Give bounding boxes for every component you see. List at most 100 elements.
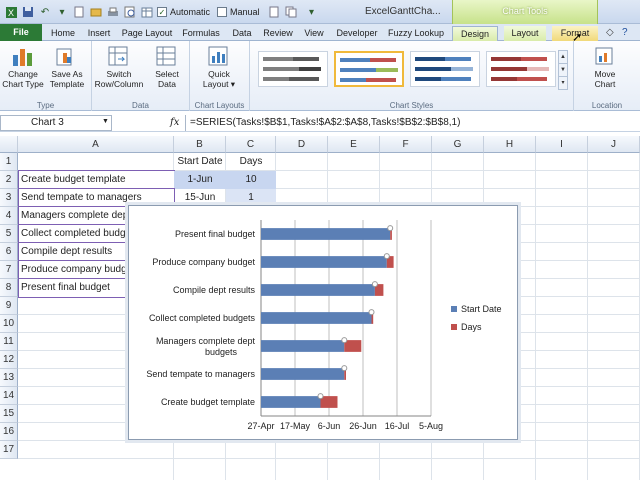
- page-icon[interactable]: [267, 5, 281, 19]
- cell-a2[interactable]: Create budget template: [18, 170, 175, 190]
- insert-function-icon[interactable]: fx: [170, 117, 179, 128]
- category-label: Create budget template: [161, 397, 255, 407]
- row-header-6[interactable]: 6: [0, 243, 18, 261]
- switch-row-column-button[interactable]: Switch Row/Column: [94, 45, 144, 89]
- selection-handle: [371, 281, 378, 288]
- selection-handle: [368, 309, 375, 316]
- new-file-icon[interactable]: [72, 5, 86, 19]
- table-icon[interactable]: [140, 5, 154, 19]
- column-header-d[interactable]: D: [276, 136, 328, 153]
- cell-b1[interactable]: Start Date: [174, 153, 226, 171]
- svg-text:X: X: [8, 8, 14, 18]
- tab-data[interactable]: Data: [228, 26, 256, 41]
- tab-file[interactable]: File: [0, 24, 42, 41]
- column-header-c[interactable]: C: [226, 136, 276, 153]
- column-header-j[interactable]: J: [588, 136, 640, 153]
- save-icon[interactable]: [21, 5, 35, 19]
- cell-a4[interactable]: Managers complete dept budgets: [18, 206, 130, 226]
- chart-style-2[interactable]: [334, 51, 404, 87]
- column-header-f[interactable]: F: [380, 136, 432, 153]
- tab-page-layout[interactable]: Page Layout: [118, 26, 176, 41]
- cell-a5[interactable]: Collect completed budgets: [18, 224, 130, 244]
- x-tick-label: 26-Jun: [349, 421, 377, 431]
- print-icon[interactable]: [106, 5, 120, 19]
- start-date-bar: [261, 312, 372, 324]
- chart-layouts-group: Quick Layout ▾ Chart Layouts: [190, 41, 250, 111]
- tab-developer[interactable]: Developer: [332, 26, 382, 41]
- preview-icon[interactable]: [123, 5, 137, 19]
- select-all-corner[interactable]: [0, 136, 18, 153]
- row-header-4[interactable]: 4: [0, 207, 18, 225]
- minimize-ribbon-icon[interactable]: ◇: [606, 27, 614, 38]
- copy-icon[interactable]: [284, 5, 298, 19]
- row-header-15[interactable]: 15: [0, 405, 18, 423]
- window-title: ExcelGanttCha...: [365, 6, 441, 17]
- row-header-11[interactable]: 11: [0, 333, 18, 351]
- save-as-template-button[interactable]: Save As Template: [44, 45, 90, 89]
- cell-a7[interactable]: Produce company budget: [18, 260, 130, 280]
- tab-view[interactable]: View: [300, 26, 328, 41]
- tab-fuzzy-lookup[interactable]: Fuzzy Lookup: [385, 26, 447, 41]
- cell-a8[interactable]: Present final budget: [18, 278, 130, 298]
- open-folder-icon[interactable]: [89, 5, 103, 19]
- row-header-8[interactable]: 8: [0, 279, 18, 297]
- name-box-dropdown-icon[interactable]: ▼: [102, 118, 109, 125]
- x-tick-label: 5-Aug: [419, 421, 443, 431]
- help-icon[interactable]: ?: [622, 27, 628, 38]
- change-chart-type-button[interactable]: Change Chart Type: [0, 45, 46, 89]
- row-header-7[interactable]: 7: [0, 261, 18, 279]
- tab-home[interactable]: Home: [48, 26, 78, 41]
- gallery-more-icon[interactable]: ▾: [559, 77, 567, 90]
- row-header-13[interactable]: 13: [0, 369, 18, 387]
- name-box[interactable]: Chart 3: [0, 115, 112, 131]
- formula-input[interactable]: =SERIES(Tasks!$B$1,Tasks!$A$2:$A$8,Tasks…: [185, 115, 640, 131]
- row-header-9[interactable]: 9: [0, 297, 18, 315]
- dropdown-icon[interactable]: ▾: [55, 5, 69, 19]
- select-data-button[interactable]: Select Data: [144, 45, 190, 89]
- cell-c2[interactable]: 10: [226, 171, 276, 189]
- automatic-checkbox[interactable]: ✓: [157, 7, 167, 17]
- x-tick-label: 27-Apr: [247, 421, 274, 431]
- type-group-label: Type: [36, 101, 55, 110]
- gallery-down-icon[interactable]: ▼: [559, 64, 567, 77]
- cell-b2[interactable]: 1-Jun: [174, 171, 226, 189]
- tab-layout[interactable]: Layout: [504, 26, 546, 41]
- chart-style-4[interactable]: [486, 51, 556, 87]
- row-header-16[interactable]: 16: [0, 423, 18, 441]
- row-header-14[interactable]: 14: [0, 387, 18, 405]
- row-header-3[interactable]: 3: [0, 189, 18, 207]
- move-chart-button[interactable]: Move Chart: [582, 45, 628, 89]
- gantt-chart[interactable]: 27-Apr 17-May 6-Jun 26-Jun 16-Jul 5-Aug Create…: [128, 205, 518, 440]
- column-header-a[interactable]: A: [18, 136, 174, 153]
- column-header-i[interactable]: I: [536, 136, 588, 153]
- column-header-e[interactable]: E: [328, 136, 380, 153]
- quick-layout-button[interactable]: Quick Layout ▾: [196, 45, 242, 89]
- undo-icon[interactable]: ↶: [38, 5, 52, 19]
- column-header-b[interactable]: B: [174, 136, 226, 153]
- styles-gallery-scroll[interactable]: ▲ ▼ ▾: [558, 50, 568, 90]
- tab-insert[interactable]: Insert: [84, 26, 114, 41]
- gallery-up-icon[interactable]: ▲: [559, 51, 567, 64]
- manual-checkbox[interactable]: [217, 7, 228, 17]
- customize-icon[interactable]: ▾: [305, 5, 319, 19]
- days-bar: [344, 340, 362, 352]
- chart-style-1[interactable]: [258, 51, 328, 87]
- row-header-2[interactable]: 2: [0, 171, 18, 189]
- tab-review[interactable]: Review: [260, 26, 296, 41]
- row-header-1[interactable]: 1: [0, 153, 18, 171]
- location-group-label: Location: [591, 101, 623, 110]
- tab-design[interactable]: Design: [452, 26, 498, 41]
- chart-plot-area[interactable]: 27-Apr 17-May 6-Jun 26-Jun 16-Jul 5-Aug Create…: [129, 206, 519, 441]
- row-header-10[interactable]: 10: [0, 315, 18, 333]
- row-header-17[interactable]: 17: [0, 441, 18, 459]
- column-header-g[interactable]: G: [432, 136, 484, 153]
- tab-formulas[interactable]: Formulas: [180, 26, 222, 41]
- x-tick-label: 6-Jun: [318, 421, 341, 431]
- cell-c1[interactable]: Days: [226, 153, 276, 171]
- chart-style-3[interactable]: [410, 51, 480, 87]
- cell-a6[interactable]: Compile dept results: [18, 242, 130, 262]
- move-chart-icon: [595, 47, 613, 65]
- row-header-5[interactable]: 5: [0, 225, 18, 243]
- row-header-12[interactable]: 12: [0, 351, 18, 369]
- column-header-h[interactable]: H: [484, 136, 536, 153]
